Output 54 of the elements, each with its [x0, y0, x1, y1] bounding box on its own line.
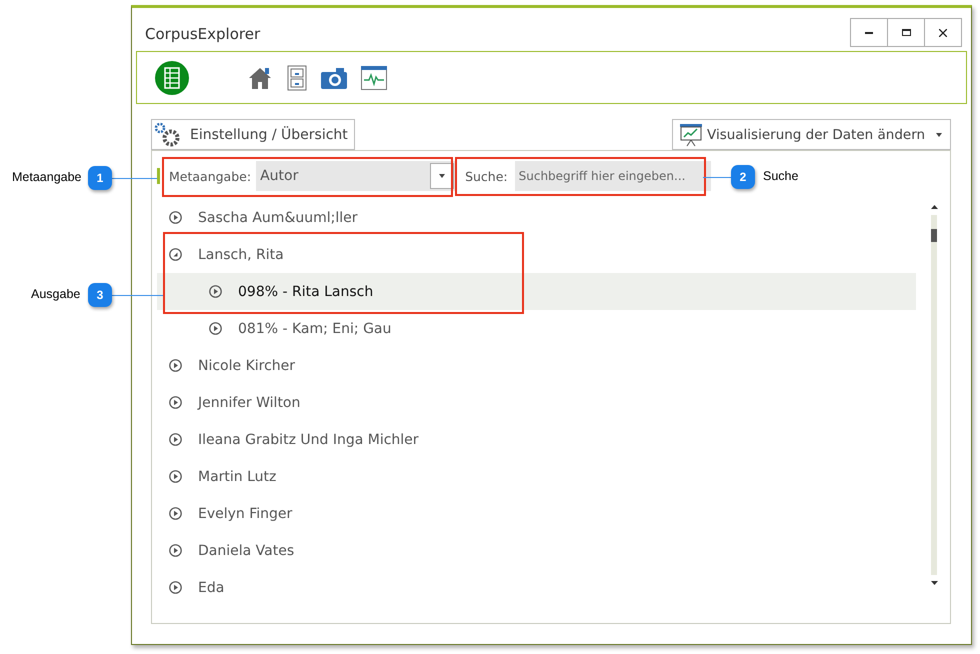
bookshelf-icon[interactable] [155, 60, 189, 94]
tree-item[interactable]: Lansch, Rita [157, 236, 916, 273]
tree-item[interactable]: Sascha Aum&uuml;ller [157, 199, 916, 236]
scroll-thumb[interactable] [931, 229, 937, 242]
search-label: Suche: [465, 168, 508, 184]
scroll-up-icon[interactable] [930, 205, 938, 209]
minimize-icon [865, 32, 873, 34]
visualization-dropdown[interactable]: Visualisierung der Daten ändern [672, 119, 951, 150]
leader-line [112, 295, 163, 296]
meta-label: Metaangabe: [169, 168, 252, 184]
close-icon [939, 28, 947, 36]
window-title: CorpusExplorer [145, 24, 260, 42]
tree-item-label: Eda [198, 580, 224, 596]
tree-item[interactable]: Nicole Kircher [157, 347, 916, 384]
callout-label: Suche [763, 169, 798, 183]
tree-item-label: Evelyn Finger [198, 506, 292, 522]
caret-icon [439, 174, 446, 178]
tree-item-label: Lansch, Rita [198, 246, 284, 262]
leader-line [112, 178, 157, 179]
settings-tab[interactable]: Einstellung / Übersicht [151, 119, 355, 150]
tree-item[interactable]: Daniela Vates [157, 532, 916, 569]
tree-item-label: 098% - Rita Lansch [238, 284, 374, 300]
cabinet-icon[interactable] [287, 64, 307, 90]
tree-item[interactable]: Eda [157, 569, 916, 606]
tree-item[interactable]: Martin Lutz [157, 458, 916, 495]
tree-item-label: Nicole Kircher [198, 358, 296, 374]
tree-item-label: Daniela Vates [198, 542, 294, 558]
tree-item-label: Sascha Aum&uuml;ller [198, 210, 358, 226]
leader-line [703, 177, 731, 178]
tree-item-label: 081% - Kam; Eni; Gau [238, 320, 392, 336]
pulse-monitor-icon[interactable] [361, 66, 387, 90]
maximize-button[interactable] [887, 18, 925, 47]
callout-badge: 2 [731, 165, 755, 189]
caret-icon [936, 132, 942, 136]
callout-label: Ausgabe [31, 287, 80, 301]
callout-badge: 1 [88, 166, 112, 190]
tree-item[interactable]: Ileana Grabitz Und Inga Michler [157, 421, 916, 458]
tree-item-label: Ileana Grabitz Und Inga Michler [198, 432, 419, 448]
chart-easel-icon [679, 122, 703, 146]
scroll-down-icon[interactable] [930, 581, 938, 585]
tree-item-label: Jennifer Wilton [198, 394, 300, 410]
maximize-icon [902, 29, 910, 36]
tree-item[interactable]: 081% - Kam; Eni; Gau [157, 310, 916, 347]
tree-item[interactable]: Jennifer Wilton [157, 384, 916, 421]
camera-icon[interactable] [321, 66, 347, 88]
meta-select[interactable]: Autor [256, 161, 456, 191]
tree-item-label: Martin Lutz [198, 468, 276, 484]
callout-label: Metaangabe [12, 170, 82, 184]
gears-icon [154, 122, 182, 148]
tree-item[interactable]: 098% - Rita Lansch [157, 273, 916, 310]
dropdown-button[interactable] [430, 163, 454, 189]
tree-item[interactable]: Evelyn Finger [157, 495, 916, 532]
search-field[interactable]: Suchbegriff hier eingeben... [514, 161, 711, 191]
callout-badge: 3 [88, 283, 112, 307]
